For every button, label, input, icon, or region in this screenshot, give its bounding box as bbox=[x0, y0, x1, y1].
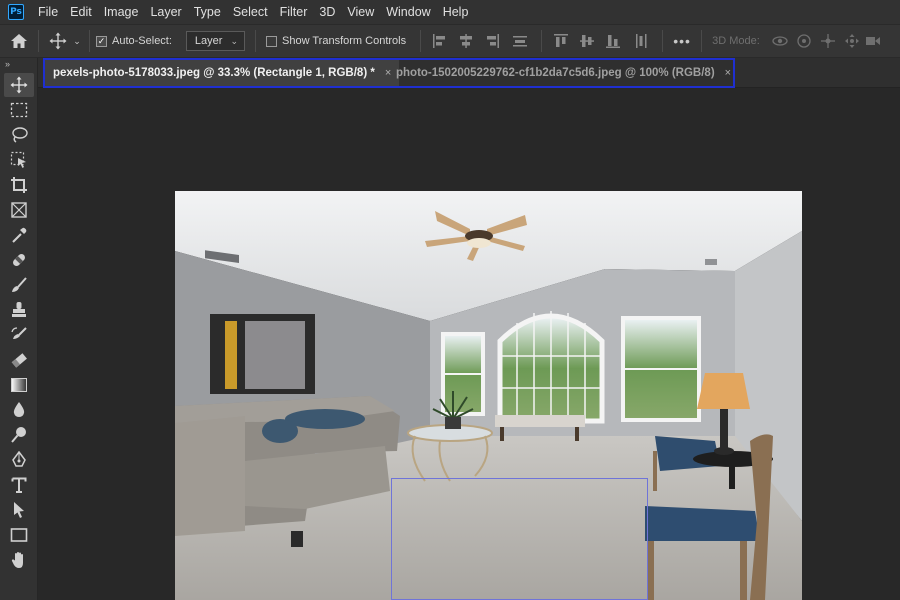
divider bbox=[701, 30, 703, 52]
3d-scale-icon[interactable] bbox=[864, 35, 882, 47]
divider bbox=[662, 30, 664, 52]
healing-brush-icon bbox=[10, 251, 28, 269]
pen-tool[interactable] bbox=[4, 448, 34, 472]
rectangle-1-selection[interactable] bbox=[391, 478, 648, 600]
menu-type[interactable]: Type bbox=[188, 0, 227, 24]
photoshop-logo-icon[interactable]: Ps bbox=[8, 4, 24, 20]
eyedropper-icon bbox=[10, 226, 28, 244]
rectangle-icon bbox=[10, 527, 28, 543]
options-bar: ⌄ ✓ Auto-Select: Layer ⌄ Show Transform … bbox=[0, 24, 900, 58]
divider bbox=[89, 30, 90, 52]
pen-icon bbox=[10, 451, 28, 469]
gradient-icon bbox=[10, 377, 28, 393]
chevron-down-icon[interactable]: ⌄ bbox=[71, 36, 83, 47]
frame-icon bbox=[10, 201, 28, 219]
3d-slide-icon[interactable] bbox=[840, 33, 864, 49]
3d-orbit-icon[interactable] bbox=[768, 33, 792, 49]
path-selection-icon bbox=[10, 501, 28, 519]
move-tool[interactable] bbox=[4, 73, 34, 97]
rectangle-tool[interactable] bbox=[4, 523, 34, 547]
3d-pan-icon[interactable] bbox=[816, 33, 840, 49]
menu-image[interactable]: Image bbox=[98, 0, 145, 24]
auto-select-target-value: Layer bbox=[194, 35, 223, 47]
tools-panel: » bbox=[0, 58, 38, 600]
rectangular-marquee-tool[interactable] bbox=[4, 98, 34, 122]
hand-icon bbox=[10, 551, 28, 569]
move-tool-preset-icon[interactable] bbox=[45, 32, 71, 50]
object-selection-tool[interactable] bbox=[4, 148, 34, 172]
home-icon[interactable] bbox=[0, 24, 38, 58]
distribute-vertical-icon[interactable] bbox=[505, 33, 535, 49]
object-selection-icon bbox=[10, 151, 28, 169]
menu-layer[interactable]: Layer bbox=[144, 0, 187, 24]
3d-roll-icon[interactable] bbox=[792, 33, 816, 49]
auto-select-target-dropdown[interactable]: Layer ⌄ bbox=[185, 31, 245, 51]
clone-stamp-tool[interactable] bbox=[4, 298, 34, 322]
brush-icon bbox=[10, 276, 28, 294]
type-tool[interactable] bbox=[4, 473, 34, 497]
align-vertical-centers-icon[interactable] bbox=[574, 33, 600, 49]
eraser-icon bbox=[10, 351, 28, 369]
show-transform-controls-label: Show Transform Controls bbox=[282, 35, 407, 47]
align-top-edges-icon[interactable] bbox=[548, 33, 574, 49]
divider bbox=[255, 30, 256, 52]
move-tool-icon bbox=[10, 76, 28, 94]
eraser-tool[interactable] bbox=[4, 348, 34, 372]
3d-mode-label: 3D Mode: bbox=[712, 35, 760, 47]
menu-window[interactable]: Window bbox=[380, 0, 436, 24]
collapse-panel-icon[interactable]: » bbox=[0, 58, 37, 72]
tabs-highlight-outline bbox=[43, 58, 735, 88]
more-options-icon[interactable]: ••• bbox=[669, 33, 695, 49]
chevron-down-icon: ⌄ bbox=[230, 35, 238, 46]
menu-view[interactable]: View bbox=[341, 0, 380, 24]
rectangular-marquee-icon bbox=[10, 102, 28, 118]
menu-3d[interactable]: 3D bbox=[313, 0, 341, 24]
align-bottom-edges-icon[interactable] bbox=[600, 33, 626, 49]
blur-tool[interactable] bbox=[4, 398, 34, 422]
history-brush-icon bbox=[10, 326, 28, 344]
dodge-tool[interactable] bbox=[4, 423, 34, 447]
divider bbox=[420, 30, 422, 52]
auto-select-label: Auto-Select: bbox=[112, 35, 172, 47]
lasso-icon bbox=[10, 126, 28, 144]
distribute-horizontal-icon[interactable] bbox=[626, 33, 656, 49]
lasso-tool[interactable] bbox=[4, 123, 34, 147]
dodge-icon bbox=[10, 426, 28, 444]
auto-select-checkbox[interactable]: ✓ bbox=[96, 35, 107, 47]
menu-select[interactable]: Select bbox=[227, 0, 274, 24]
align-horizontal-centers-icon[interactable] bbox=[453, 33, 479, 49]
history-brush-tool[interactable] bbox=[4, 323, 34, 347]
menu-file[interactable]: File bbox=[32, 0, 64, 24]
blur-icon bbox=[10, 401, 28, 419]
menu-edit[interactable]: Edit bbox=[64, 0, 98, 24]
menu-help[interactable]: Help bbox=[437, 0, 475, 24]
frame-tool[interactable] bbox=[4, 198, 34, 222]
eyedropper-tool[interactable] bbox=[4, 223, 34, 247]
align-right-edges-icon[interactable] bbox=[479, 33, 505, 49]
hand-tool[interactable] bbox=[4, 548, 34, 572]
healing-brush-tool[interactable] bbox=[4, 248, 34, 272]
clone-stamp-icon bbox=[10, 301, 28, 319]
brush-tool[interactable] bbox=[4, 273, 34, 297]
show-transform-controls-checkbox[interactable] bbox=[266, 35, 277, 47]
type-icon bbox=[11, 477, 27, 493]
crop-icon bbox=[10, 176, 28, 194]
divider bbox=[541, 30, 543, 52]
document-tab-bar: pexels-photo-5178033.jpeg @ 33.3% (Recta… bbox=[38, 58, 900, 88]
path-selection-tool[interactable] bbox=[4, 498, 34, 522]
menu-filter[interactable]: Filter bbox=[274, 0, 314, 24]
menu-bar: Ps File Edit Image Layer Type Select Fil… bbox=[0, 0, 900, 24]
gradient-tool[interactable] bbox=[4, 373, 34, 397]
divider bbox=[38, 30, 39, 52]
crop-tool[interactable] bbox=[4, 173, 34, 197]
align-left-edges-icon[interactable] bbox=[427, 33, 453, 49]
